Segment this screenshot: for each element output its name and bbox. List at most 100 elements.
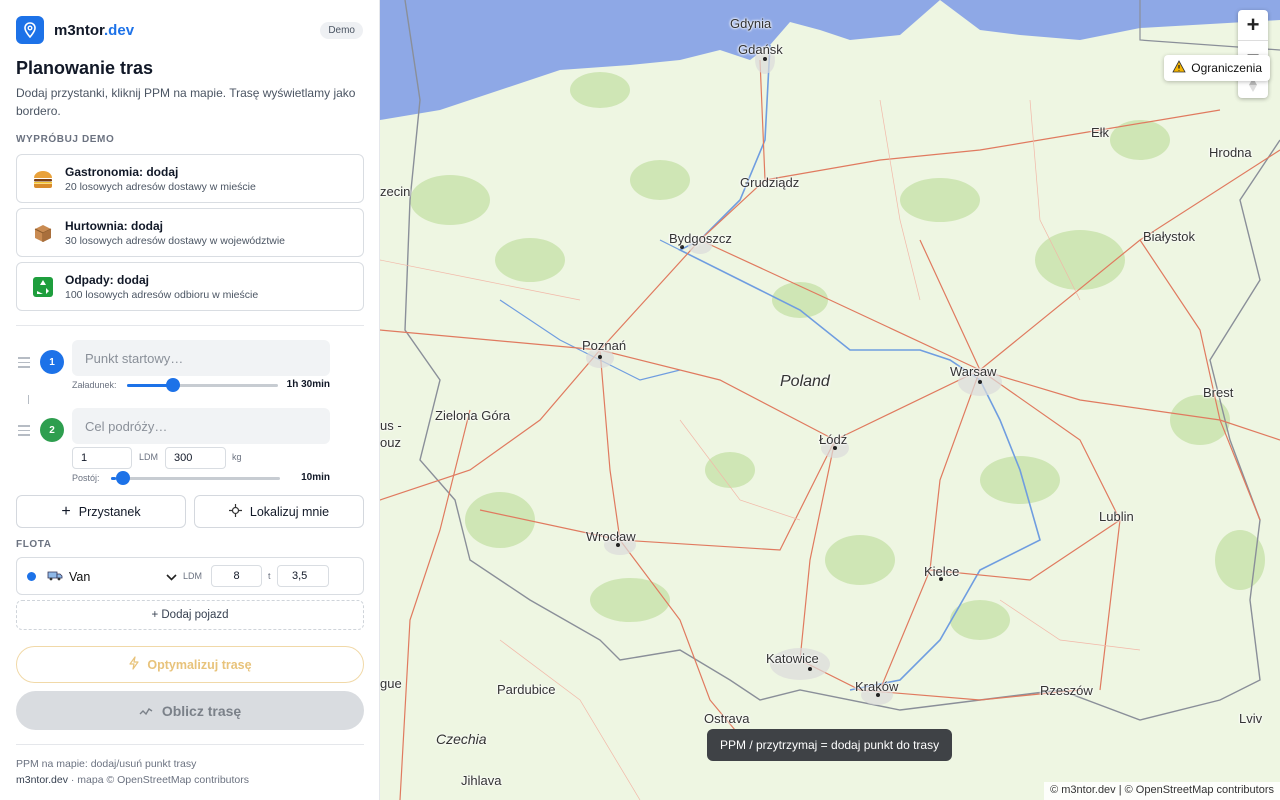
city-label: Białystok [1143, 229, 1196, 244]
ldm-unit-label: LDM [139, 452, 159, 462]
drag-handle-icon[interactable] [18, 425, 30, 439]
city-label: ouz [380, 435, 401, 450]
demo-card-gastronomy[interactable]: Gastronomia: dodaj 20 losowych adresów d… [16, 154, 364, 203]
add-stop-button[interactable]: + Przystanek [16, 495, 186, 528]
footer-credit: m3ntor.dev · mapa © OpenStreetMap contri… [16, 774, 250, 786]
vehicle-select[interactable]: Van [47, 568, 177, 586]
footer-hint: PPM na mapie: dodaj/usuń punkt trasy [16, 758, 197, 770]
city-label: Kielce [924, 564, 960, 579]
city-label: zecin [380, 184, 411, 199]
city-dot [808, 667, 812, 671]
city-label: Pardubice [497, 682, 556, 697]
loading-time-value: 1h 30min [286, 379, 330, 390]
city-label: Gdańsk [738, 42, 783, 57]
city-dot [763, 57, 767, 61]
stop-time-label: Postój: [72, 473, 100, 483]
demo-card-title: Gastronomia: dodaj [65, 164, 179, 179]
city-label: Grudziądz [740, 175, 800, 190]
city-label: Wrocław [586, 529, 636, 544]
van-icon [47, 568, 63, 586]
fleet-section-label: FLOTA [16, 539, 52, 550]
city-label: Łódź [819, 432, 848, 447]
map-pin-logo-icon [16, 16, 44, 44]
warning-icon [1172, 60, 1186, 76]
city-label: Lublin [1099, 509, 1134, 524]
slider-thumb[interactable] [116, 471, 131, 485]
divider [16, 744, 364, 745]
activity-icon [139, 703, 153, 719]
demo-card-desc: 30 losowych adresów dostawy w województw… [65, 234, 286, 247]
vehicle-tonnage-input[interactable] [277, 565, 329, 587]
demo-card-desc: 20 losowych adresów dostawy w mieście [65, 180, 256, 193]
burger-icon [31, 167, 55, 191]
city-label: Poznań [582, 338, 627, 353]
lightning-icon [128, 656, 140, 673]
zoom-in-button[interactable]: + [1238, 10, 1268, 40]
city-label: Jihlava [461, 773, 502, 788]
recycle-icon [31, 275, 55, 299]
page-title: Planowanie tras [16, 58, 154, 78]
city-label: Ostrava [704, 711, 750, 726]
compute-route-button[interactable]: Oblicz trasę [16, 691, 364, 730]
stop-number-badge: 2 [40, 418, 64, 442]
slider-thumb[interactable] [165, 378, 180, 392]
city-label: Rzeszów [1040, 683, 1093, 698]
divider [16, 325, 364, 326]
city-label: Zielona Góra [435, 408, 511, 423]
vehicle-color-dot [27, 572, 36, 581]
city-label: us - [380, 418, 402, 433]
city-label: Ełk [1091, 125, 1110, 140]
city-dot [978, 380, 982, 384]
brand[interactable]: m3ntor.dev [16, 16, 134, 44]
ldm-input[interactable] [72, 447, 132, 469]
vehicle-row: Van LDM t [16, 557, 364, 595]
vehicle-ldm-input[interactable] [211, 565, 262, 587]
stop-number-badge: 1 [40, 350, 64, 374]
city-label: gue [380, 676, 402, 691]
demo-card-wholesale[interactable]: Hurtownia: dodaj 30 losowych adresów dos… [16, 208, 364, 257]
box-icon [31, 221, 55, 245]
city-label: Kraków [855, 679, 899, 694]
restrictions-button[interactable]: Ograniczenia [1164, 55, 1270, 81]
demo-badge: Demo [320, 22, 363, 39]
plus-icon: + [61, 502, 71, 520]
page-subtitle: Dodaj przystanki, kliknij PPM na mapie. … [16, 86, 356, 118]
city-label: Gdynia [730, 16, 772, 31]
zoom-control: + − [1238, 10, 1268, 98]
locate-me-button[interactable]: Lokalizuj mnie [194, 495, 364, 528]
kg-unit-label: kg [232, 452, 242, 462]
vehicle-ldm-label: LDM [183, 571, 203, 581]
demo-section-label: WYPRÓBUJ DEMO [16, 134, 115, 145]
vehicle-name: Van [69, 570, 91, 584]
demo-card-waste[interactable]: Odpady: dodaj 100 losowych adresów odbio… [16, 262, 364, 311]
map[interactable]: Gdynia Gdańsk zecin Grudziądz Ełk Hrodna… [380, 0, 1280, 800]
demo-card-desc: 100 losowych adresów odbioru w mieście [65, 288, 259, 301]
stop-connector [28, 395, 29, 404]
add-vehicle-button[interactable]: + Dodaj pojazd [16, 600, 364, 630]
stop-time-slider[interactable] [111, 471, 280, 485]
loading-label: Załadunek: [72, 380, 117, 390]
start-point-input[interactable] [72, 340, 330, 376]
city-dot [598, 355, 602, 359]
city-label: Katowice [766, 651, 819, 666]
crosshair-icon [228, 503, 242, 520]
city-label: Warsaw [950, 364, 997, 379]
stop-time-value: 10min [301, 472, 330, 483]
country-label: Czechia [436, 731, 487, 747]
destination-input[interactable] [72, 408, 330, 444]
map-attribution[interactable]: © m3ntor.dev | © OpenStreetMap contribut… [1044, 782, 1280, 800]
optimize-route-button[interactable]: Optymalizuj trasę [16, 646, 364, 683]
city-label: Brest [1203, 385, 1234, 400]
sidebar: m3ntor.dev Demo Planowanie tras Dodaj pr… [0, 0, 380, 800]
demo-card-title: Hurtownia: dodaj [65, 218, 163, 233]
map-tiles [380, 0, 1280, 800]
chevron-down-icon [166, 568, 177, 586]
loading-time-slider[interactable] [127, 378, 278, 392]
brand-name: m3ntor.dev [54, 21, 135, 39]
drag-handle-icon[interactable] [18, 357, 30, 371]
vehicle-tonnage-label: t [268, 571, 271, 581]
city-label: Bydgoszcz [669, 231, 732, 246]
country-label: Poland [780, 373, 830, 390]
weight-input[interactable] [165, 447, 226, 469]
city-label: Hrodna [1209, 145, 1252, 160]
